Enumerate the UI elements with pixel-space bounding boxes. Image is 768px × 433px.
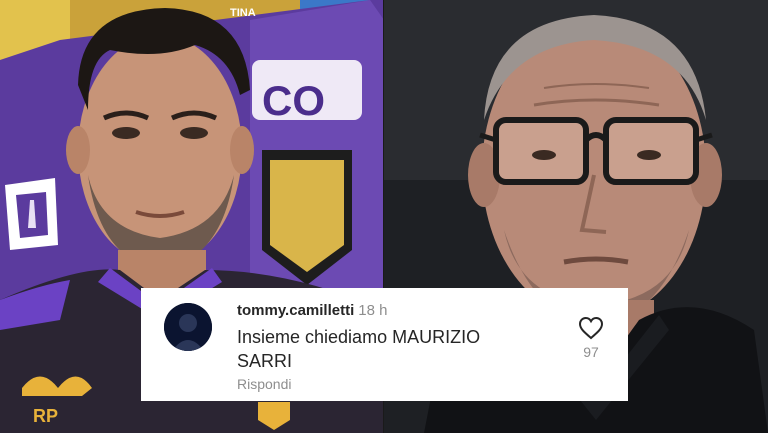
comment-username-line: tommy.camilletti 18 h	[237, 302, 387, 319]
reply-button[interactable]: Rispondi	[237, 376, 291, 392]
comment-username[interactable]: tommy.camilletti	[237, 302, 354, 319]
bench-logo-text: CO	[262, 77, 325, 124]
user-avatar[interactable]	[164, 303, 212, 351]
bench-top-lettering: TINA	[230, 7, 256, 19]
heart-outline-icon[interactable]	[578, 316, 604, 340]
comment-text: Insieme chiediamo MAURIZIO SARRI	[237, 327, 481, 371]
shirt-initials: RP	[33, 406, 58, 426]
comment-card: tommy.camilletti 18 h Insieme chiediamo M…	[141, 288, 628, 401]
like-count: 97	[583, 344, 599, 360]
comment-time: 18 h	[358, 302, 388, 319]
